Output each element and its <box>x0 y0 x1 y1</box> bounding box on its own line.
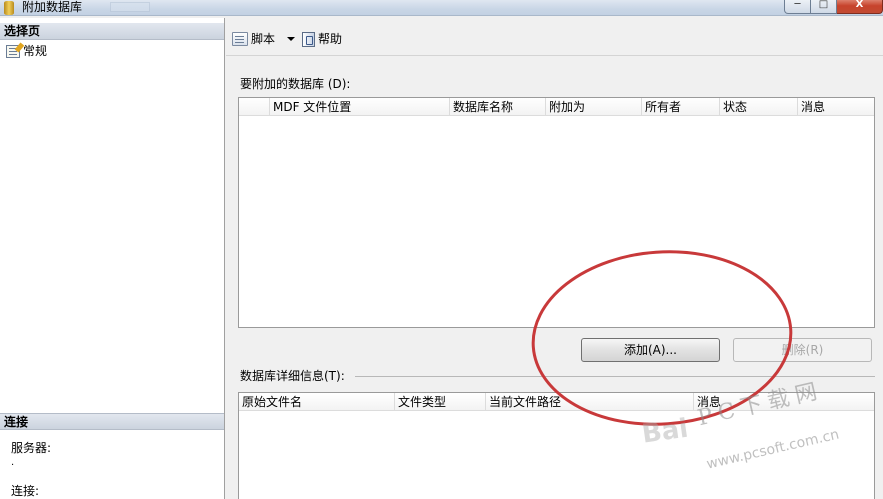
column-header-message[interactable]: 消息 <box>798 98 874 116</box>
connection-header: 连接 <box>0 413 224 430</box>
database-details-label: 数据库详细信息(T): <box>240 369 345 383</box>
window-titlebar: 附加数据库 ─ □ X <box>0 0 883 16</box>
add-button[interactable]: 添加(A)... <box>581 338 720 362</box>
script-button[interactable]: 脚本 <box>232 30 275 48</box>
nav-item-general[interactable]: 常规 <box>6 43 47 59</box>
column-header-mdf-location[interactable]: MDF 文件位置 <box>270 98 450 116</box>
script-icon <box>232 32 248 46</box>
general-page-icon <box>6 44 20 58</box>
help-button-label: 帮助 <box>318 32 343 46</box>
remove-button[interactable]: 删除(R) <box>733 338 872 362</box>
column-header-original-file-name[interactable]: 原始文件名 <box>239 393 395 411</box>
grid-select-column-header <box>239 98 270 116</box>
script-button-label: 脚本 <box>251 32 276 46</box>
column-header-status[interactable]: 状态 <box>720 98 798 116</box>
minimize-icon: ─ <box>794 0 801 10</box>
server-value: . <box>11 457 15 468</box>
close-icon: X <box>855 0 864 10</box>
close-button[interactable]: X <box>837 0 883 14</box>
attach-databases-grid[interactable]: MDF 文件位置 数据库名称 附加为 所有者 状态 消息 <box>238 97 875 328</box>
connection-label: 连接: <box>11 484 40 498</box>
maximize-button[interactable]: □ <box>811 0 837 14</box>
right-pane: 脚本 帮助 要附加的数据库 (D): MDF 文件位置 数据库名称 附加为 所有… <box>226 18 883 499</box>
database-icon <box>4 1 14 15</box>
script-dropdown-arrow-icon[interactable] <box>287 37 295 41</box>
column-header-file-type[interactable]: 文件类型 <box>395 393 486 411</box>
select-page-header: 选择页 <box>0 23 224 40</box>
server-label: 服务器: <box>11 441 52 455</box>
minimize-button[interactable]: ─ <box>784 0 811 14</box>
help-icon <box>302 31 315 47</box>
column-header-attach-as[interactable]: 附加为 <box>546 98 642 116</box>
attach-databases-label: 要附加的数据库 (D): <box>240 77 351 91</box>
maximize-icon: □ <box>818 0 829 10</box>
help-button[interactable]: 帮助 <box>302 30 342 48</box>
toolbar: 脚本 帮助 <box>226 18 883 56</box>
watermark-logo: Bai <box>640 413 691 450</box>
window-title: 附加数据库 <box>22 0 83 14</box>
left-pane: 选择页 常规 连接 服务器: . 连接: <box>0 18 225 499</box>
column-header-current-file-path[interactable]: 当前文件路径 <box>486 393 694 411</box>
titlebar-ghost-tab <box>110 2 150 12</box>
nav-item-general-label: 常规 <box>23 44 48 58</box>
column-header-owner[interactable]: 所有者 <box>642 98 720 116</box>
column-header-database-name[interactable]: 数据库名称 <box>450 98 546 116</box>
